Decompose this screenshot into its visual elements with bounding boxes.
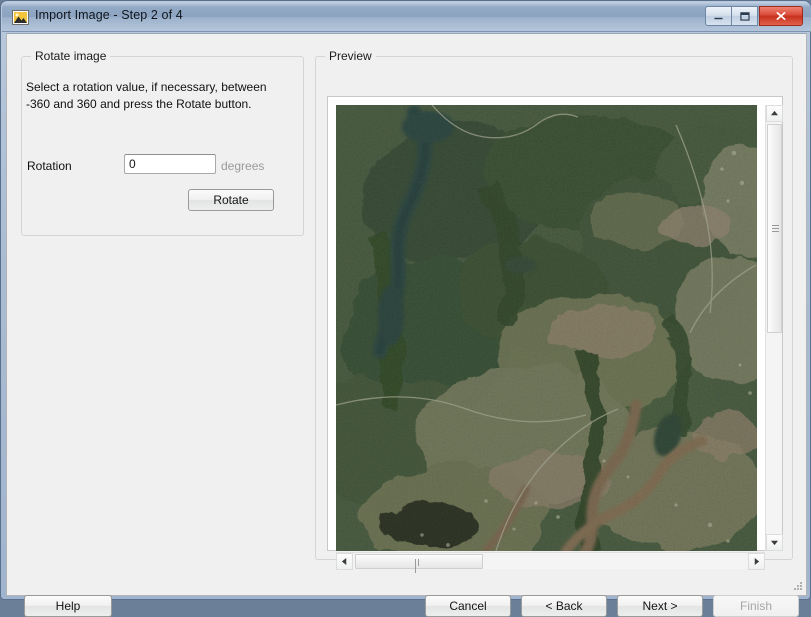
rotation-label: Rotation [27,159,72,173]
scrollbar-grip-icon [415,559,423,573]
minimize-button[interactable] [705,6,732,26]
scroll-down-arrow-icon[interactable] [766,534,783,551]
scrollbar-grip-icon [772,224,779,233]
resize-grip-icon[interactable] [791,580,803,592]
back-button[interactable]: < Back [521,595,607,617]
scroll-right-arrow-icon[interactable] [748,553,765,570]
degrees-units-label: degrees [221,159,265,173]
close-button[interactable] [759,6,803,26]
title-bar[interactable]: Import Image - Step 2 of 4 [2,2,811,32]
preview-vertical-scrollbar[interactable] [765,105,783,551]
vertical-scrollbar-thumb[interactable] [767,124,782,333]
rotation-input[interactable] [124,154,216,174]
cancel-button[interactable]: Cancel [425,595,511,617]
finish-button: Finish [713,595,799,617]
preview-horizontal-scrollbar[interactable] [336,552,765,573]
window-title: Import Image - Step 2 of 4 [35,8,183,22]
import-image-window: Import Image - Step 2 of 4 Rotate image [0,0,811,617]
next-button[interactable]: Next > [617,595,703,617]
maximize-button[interactable] [731,6,758,26]
preview-group-title: Preview [325,49,376,63]
rotation-instructions: Select a rotation value, if necessary, b… [26,80,267,111]
rotate-button[interactable]: Rotate [188,189,274,211]
image-file-icon [12,9,29,26]
scroll-up-arrow-icon[interactable] [766,105,783,122]
horizontal-scrollbar-thumb[interactable] [355,554,483,573]
dialog-client-area: Rotate image Select a rotation value, if… [6,33,807,617]
scroll-left-arrow-icon[interactable] [336,553,353,570]
satellite-image [336,105,757,551]
rotate-image-group-title: Rotate image [31,49,111,63]
help-button[interactable]: Help [24,595,112,617]
preview-image-viewport[interactable] [336,105,757,551]
